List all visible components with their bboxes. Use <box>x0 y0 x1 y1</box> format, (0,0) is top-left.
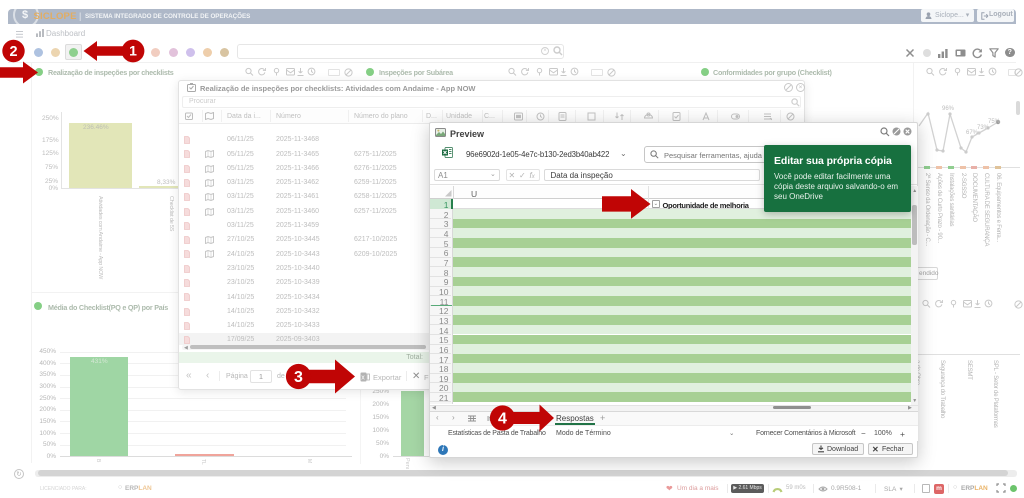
svg-text:1: 1 <box>129 43 137 59</box>
svg-text:4: 4 <box>498 411 507 428</box>
svg-text:3: 3 <box>294 369 303 386</box>
svg-text:2: 2 <box>9 44 17 60</box>
